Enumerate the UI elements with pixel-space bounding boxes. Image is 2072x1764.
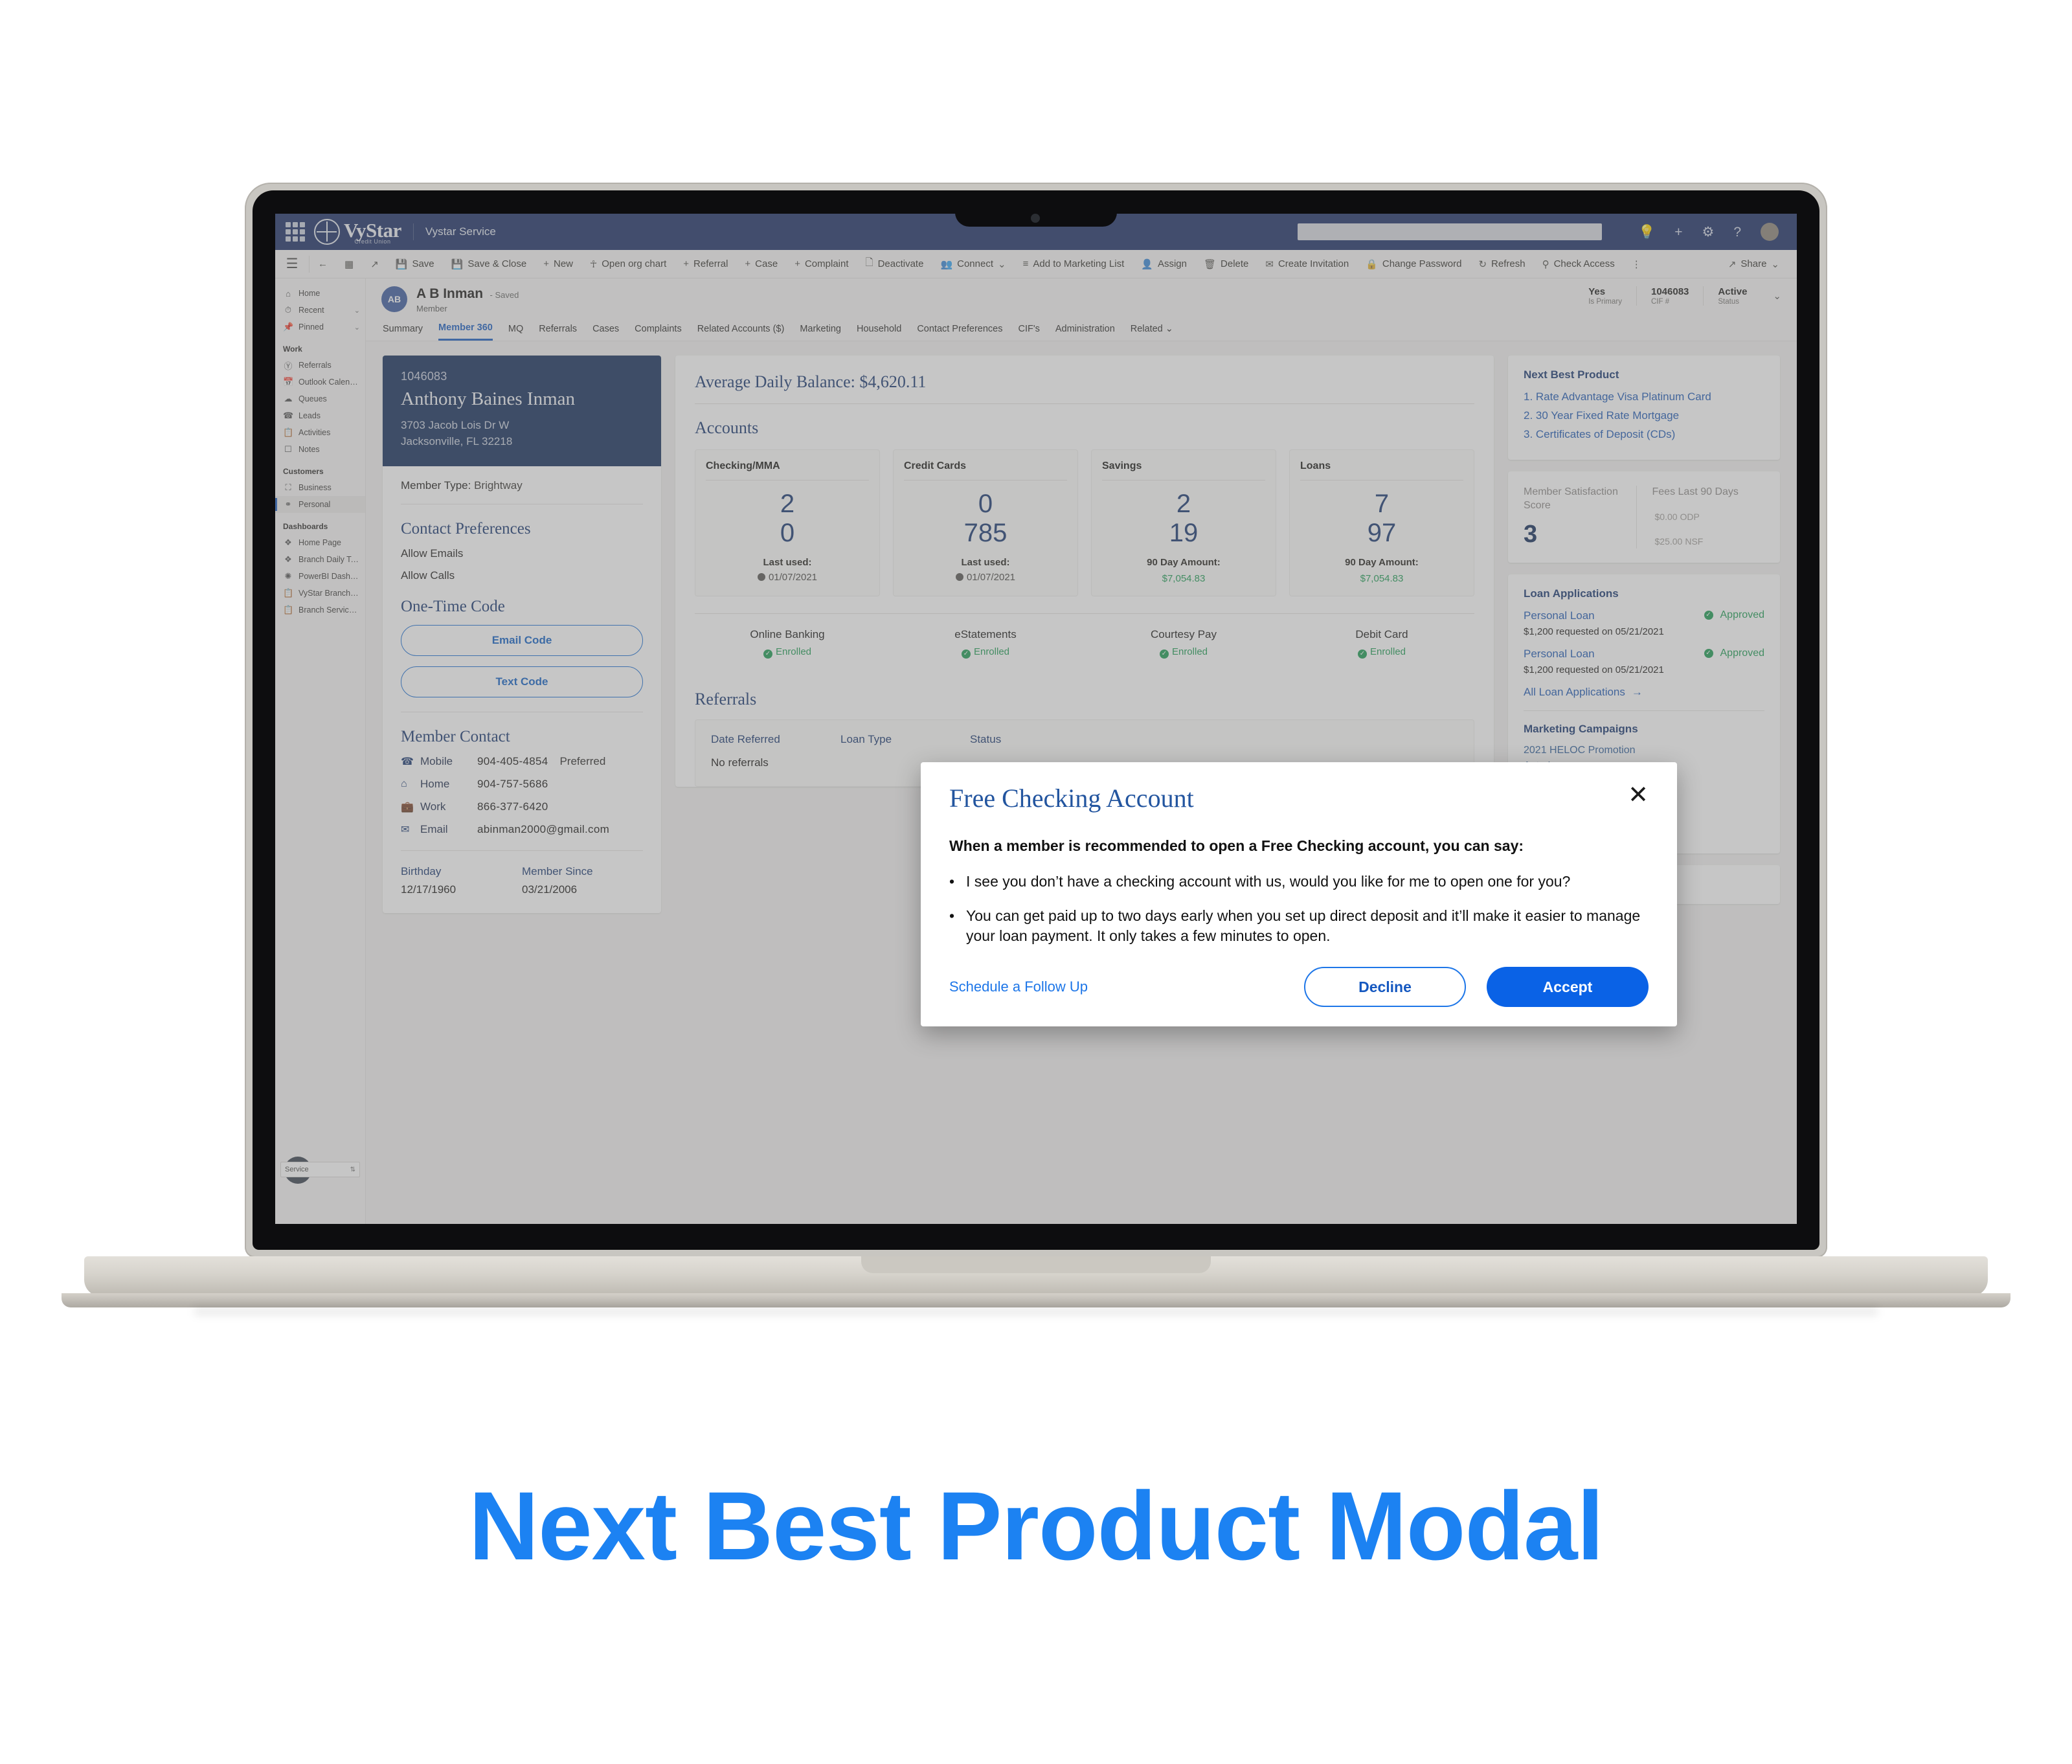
next-best-product-modal: Free Checking Account ✕ When a member is… bbox=[921, 762, 1677, 1026]
modal-actions: Schedule a Follow Up Decline Accept bbox=[949, 967, 1649, 1007]
modal-header: Free Checking Account ✕ bbox=[949, 783, 1649, 813]
bullet-text: I see you don’t have a checking account … bbox=[966, 873, 1571, 890]
laptop-foot bbox=[62, 1293, 2010, 1307]
modal-scrim[interactable] bbox=[275, 214, 1797, 1224]
modal-title: Free Checking Account bbox=[949, 784, 1194, 813]
modal-bullet-list: • I see you don’t have a checking accoun… bbox=[949, 872, 1649, 960]
close-icon[interactable]: ✕ bbox=[1628, 783, 1649, 808]
laptop-base-notch bbox=[861, 1256, 1211, 1273]
list-item: • You can get paid up to two days early … bbox=[949, 906, 1649, 946]
laptop-mockup: VyStar Credit Union Vystar Service 💡 + ⚙… bbox=[0, 0, 2072, 1360]
laptop-shadow bbox=[194, 1307, 1878, 1316]
schedule-follow-up-link[interactable]: Schedule a Follow Up bbox=[949, 978, 1088, 995]
decline-button[interactable]: Decline bbox=[1304, 967, 1466, 1007]
bullet-icon: • bbox=[949, 907, 955, 925]
page-caption: Next Best Product Modal bbox=[468, 1471, 1604, 1580]
accept-button[interactable]: Accept bbox=[1487, 967, 1649, 1007]
modal-lead-text: When a member is recommended to open a F… bbox=[949, 837, 1524, 854]
bullet-text: You can get paid up to two days early wh… bbox=[966, 907, 1641, 945]
bullet-icon: • bbox=[949, 873, 955, 890]
list-item: • I see you don’t have a checking accoun… bbox=[949, 872, 1649, 892]
app-screen: VyStar Credit Union Vystar Service 💡 + ⚙… bbox=[275, 214, 1797, 1224]
camera-icon bbox=[1031, 214, 1040, 223]
